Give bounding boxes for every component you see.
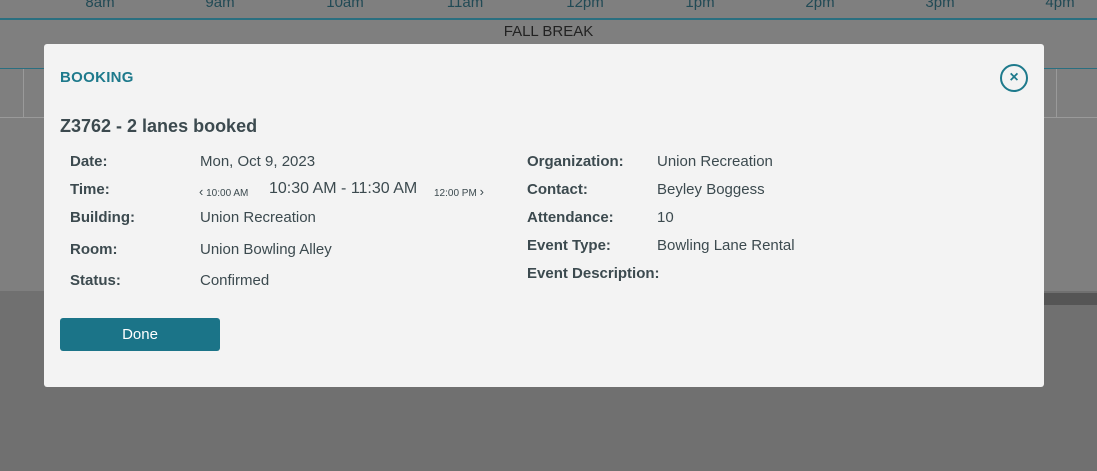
event-type-label: Event Type:	[527, 237, 611, 254]
event-description-label: Event Description:	[527, 265, 660, 282]
contact-label: Contact:	[527, 181, 588, 198]
contact-value: Beyley Boggess	[657, 181, 765, 198]
hour-label: 4pm	[1045, 0, 1075, 11]
next-time-button[interactable]: 12:00 PM ›	[434, 184, 484, 199]
hour-label: 1pm	[685, 0, 715, 11]
status-label: Status:	[70, 272, 121, 289]
time-value: 10:30 AM - 11:30 AM	[269, 180, 418, 197]
previous-time-button[interactable]: ‹ 10:00 AM	[199, 184, 248, 199]
organization-value: Union Recreation	[657, 153, 773, 170]
horizontal-scrollbar[interactable]	[1044, 293, 1097, 305]
hour-label: 2pm	[805, 0, 835, 11]
room-value: Union Bowling Alley	[200, 241, 332, 258]
building-label: Building:	[70, 209, 135, 226]
booking-title: Z3762 - 2 lanes booked	[60, 116, 258, 136]
building-value: Union Recreation	[200, 209, 316, 226]
close-icon[interactable]: ×	[1000, 64, 1028, 92]
status-value: Confirmed	[200, 272, 270, 289]
attendance-value: 10	[657, 209, 674, 226]
time-label: Time:	[70, 181, 110, 198]
hour-header-row: 8am 9am 10am 11am 12pm 1pm 2pm 3pm 4pm	[0, 0, 1097, 20]
previous-time-label: 10:00 AM	[206, 188, 249, 199]
hour-label: 12pm	[566, 0, 604, 11]
hour-label: 10am	[326, 0, 364, 11]
fall-break-label: FALL BREAK	[503, 23, 594, 40]
next-time-label: 12:00 PM	[434, 188, 477, 199]
organization-label: Organization:	[527, 153, 624, 170]
hour-label: 9am	[205, 0, 235, 11]
chevron-left-icon: ‹	[199, 184, 204, 199]
hour-label: 8am	[85, 0, 115, 11]
room-label: Room:	[70, 241, 118, 258]
hour-label: 3pm	[925, 0, 955, 11]
grid-cell	[0, 69, 24, 117]
grid-cell	[1056, 69, 1097, 117]
event-type-value: Bowling Lane Rental	[657, 237, 795, 254]
hour-label: 11am	[446, 0, 484, 11]
date-label: Date:	[70, 153, 108, 170]
attendance-label: Attendance:	[527, 209, 614, 226]
done-button[interactable]: Done	[60, 318, 220, 351]
date-value: Mon, Oct 9, 2023	[200, 153, 316, 170]
modal-header: BOOKING	[60, 69, 134, 86]
chevron-right-icon: ›	[479, 184, 484, 199]
booking-modal: BOOKING × Z3762 - 2 lanes booked Date: M…	[44, 44, 1044, 387]
